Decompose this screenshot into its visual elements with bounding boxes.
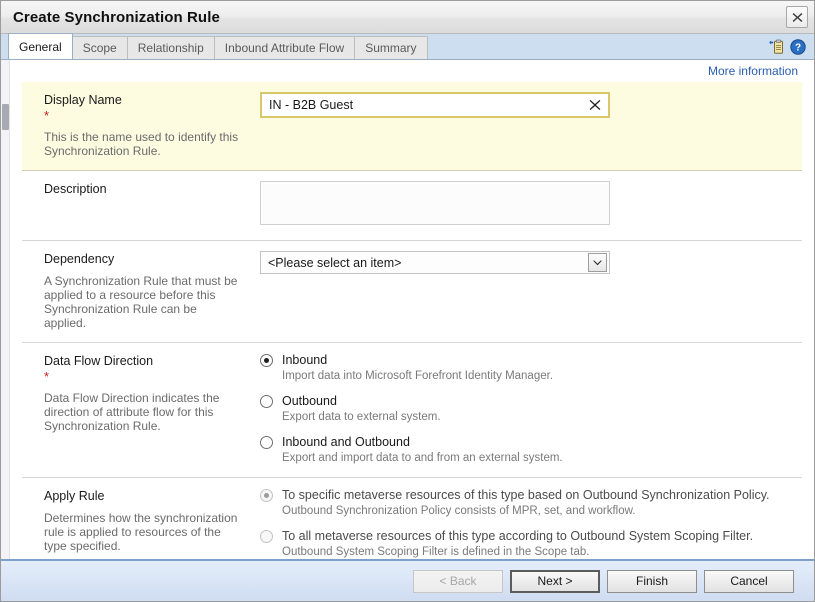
display-name-required-marker: * (44, 108, 50, 123)
back-button[interactable]: < Back (413, 569, 503, 593)
window-title: Create Synchronization Rule (13, 8, 220, 26)
next-button[interactable]: Next > (510, 569, 600, 593)
button-label: < Back (439, 574, 477, 588)
radio-inbound-and-outbound[interactable]: Inbound and Outbound Export and import d… (260, 435, 802, 465)
description-label: Description (44, 182, 107, 196)
dependency-description: A Synchronization Rule that must be appl… (44, 274, 238, 330)
radio-indicator (260, 489, 273, 502)
radio-text-block: To all metaverse resources of this type … (282, 529, 753, 559)
data-flow-direction-description: Data Flow Direction indicates the direct… (44, 391, 220, 433)
apply-rule-label-block: Apply Rule Determines how the synchroniz… (22, 488, 250, 559)
description-row: Description (22, 171, 802, 241)
data-flow-direction-row: Data Flow Direction * Data Flow Directio… (22, 343, 802, 478)
radio-label: Outbound (282, 394, 337, 408)
clear-icon[interactable] (589, 99, 601, 111)
tab-inbound-attribute-flow[interactable]: Inbound Attribute Flow (213, 36, 356, 59)
dialog-body: More information Display Name * This is … (1, 60, 814, 559)
display-name-field-block (250, 92, 802, 158)
data-flow-direction-field-block: Inbound Import data into Microsoft Foref… (250, 353, 802, 465)
dependency-label-block: Dependency A Synchronization Rule that m… (22, 251, 250, 330)
tab-summary[interactable]: Summary (354, 36, 428, 59)
radio-label: To specific metaverse resources of this … (282, 488, 770, 502)
radio-sublabel: Export data to external system. (282, 411, 441, 423)
display-name-description: This is the name used to identify this S… (44, 130, 239, 158)
radio-text-block: To specific metaverse resources of this … (282, 488, 770, 518)
button-label: Cancel (730, 574, 768, 588)
display-name-label: Display Name (44, 93, 122, 107)
display-name-row: Display Name * This is the name used to … (22, 82, 802, 171)
dependency-label: Dependency (44, 252, 115, 266)
radio-label: Inbound and Outbound (282, 435, 410, 449)
dependency-selected-value: <Please select an item> (268, 255, 402, 270)
radio-indicator (260, 395, 273, 408)
radio-sublabel: Import data into Microsoft Forefront Ide… (282, 370, 554, 382)
data-flow-direction-label: Data Flow Direction (44, 354, 154, 368)
display-name-label-block: Display Name * This is the name used to … (22, 92, 250, 158)
radio-inbound[interactable]: Inbound Import data into Microsoft Foref… (260, 353, 802, 383)
help-icon[interactable]: ? (790, 39, 806, 55)
add-clipboard-icon[interactable] (768, 39, 784, 55)
radio-text-block: Outbound Export data to external system. (282, 394, 441, 424)
radio-text-block: Inbound and Outbound Export and import d… (282, 435, 563, 465)
tab-relationship[interactable]: Relationship (126, 36, 215, 59)
dependency-field-block: <Please select an item> (250, 251, 802, 330)
tab-scope[interactable]: Scope (71, 36, 128, 59)
radio-label: To all metaverse resources of this type … (282, 529, 754, 543)
tab-label: Inbound Attribute Flow (224, 41, 345, 55)
button-label: Next > (537, 574, 573, 588)
window-titlebar: Create Synchronization Rule (1, 1, 814, 34)
dependency-row: Dependency A Synchronization Rule that m… (22, 241, 802, 343)
radio-outbound[interactable]: Outbound Export data to external system. (260, 394, 802, 424)
form-content: More information Display Name * This is … (10, 60, 814, 559)
create-synchronization-rule-dialog: Create Synchronization Rule General Scop… (0, 0, 815, 602)
tab-label: General (19, 39, 62, 54)
radio-sublabel: Export and import data to and from an ex… (282, 452, 563, 464)
apply-rule-field-block: To specific metaverse resources of this … (250, 488, 802, 559)
tab-general[interactable]: General (8, 33, 73, 59)
apply-rule-label: Apply Rule (44, 489, 105, 503)
svg-text:?: ? (795, 43, 801, 54)
description-input[interactable] (260, 181, 610, 225)
display-name-input-wrap (260, 92, 610, 118)
description-label-block: Description (22, 181, 250, 228)
tab-label: Relationship (137, 41, 204, 55)
apply-rule-radio-group: To specific metaverse resources of this … (260, 488, 802, 559)
radio-sublabel: Outbound System Scoping Filter is define… (282, 546, 590, 558)
scrollbar-thumb[interactable] (2, 104, 9, 130)
tab-label: Summary (365, 41, 417, 55)
radio-indicator (260, 354, 273, 367)
radio-indicator (260, 530, 273, 543)
finish-button[interactable]: Finish (607, 569, 697, 593)
radio-label: Inbound (282, 353, 328, 367)
data-flow-direction-required-marker: * (44, 369, 50, 384)
vertical-scrollbar[interactable] (1, 60, 10, 559)
data-flow-direction-label-block: Data Flow Direction * Data Flow Directio… (22, 353, 250, 465)
radio-indicator (260, 436, 273, 449)
data-flow-direction-radio-group: Inbound Import data into Microsoft Foref… (260, 353, 802, 465)
tab-strip: General Scope Relationship Inbound Attri… (1, 33, 814, 60)
tabstrip-tool-icons: ? (768, 39, 806, 55)
close-icon (792, 12, 803, 23)
more-information-link[interactable]: More information (708, 64, 798, 78)
tab-label: Scope (82, 41, 117, 55)
apply-rule-description: Determines how the synchronization rule … (44, 511, 238, 553)
radio-specific-metaverse-resources: To specific metaverse resources of this … (260, 488, 802, 518)
close-button[interactable] (786, 6, 808, 28)
display-name-input[interactable] (262, 94, 608, 116)
dependency-select[interactable]: <Please select an item> (260, 251, 610, 274)
radio-sublabel: Outbound Synchronization Policy consists… (282, 505, 636, 517)
button-label: Finish (635, 574, 668, 588)
more-information-row: More information (22, 60, 802, 82)
cancel-button[interactable]: Cancel (704, 569, 794, 593)
radio-all-metaverse-resources: To all metaverse resources of this type … (260, 529, 802, 559)
chevron-down-icon[interactable] (588, 253, 607, 272)
description-field-block (250, 181, 802, 228)
radio-text-block: Inbound Import data into Microsoft Foref… (282, 353, 553, 383)
apply-rule-row: Apply Rule Determines how the synchroniz… (22, 478, 802, 559)
dialog-footer: < Back Next > Finish Cancel (1, 559, 814, 601)
